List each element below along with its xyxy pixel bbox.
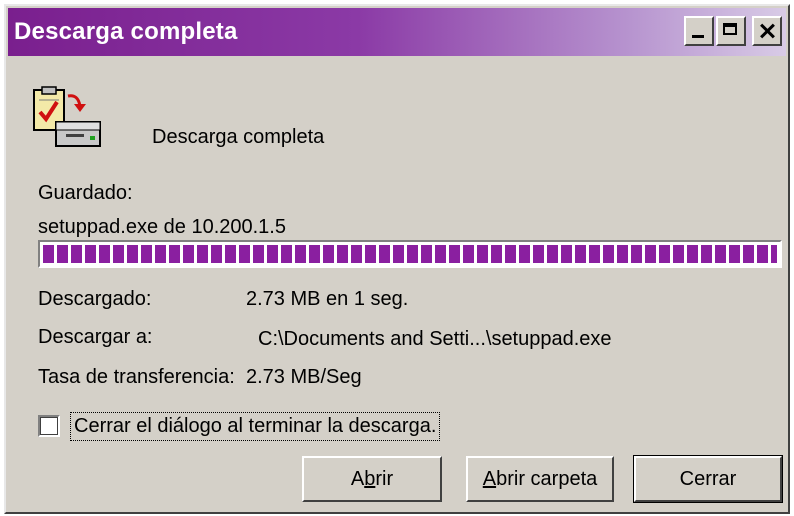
downloaded-value: 2.73 MB en 1 seg. [246, 288, 409, 310]
minimize-icon[interactable] [684, 16, 714, 46]
window-controls [684, 16, 782, 46]
open-button-label: Abrir [350, 467, 394, 490]
window-title: Descarga completa [14, 18, 238, 45]
close-on-finish-checkbox[interactable] [38, 415, 60, 437]
title-bar[interactable]: Descarga completa [8, 8, 786, 56]
close-on-finish-label[interactable]: Cerrar el diálogo al terminar la descarg… [70, 412, 441, 441]
rate-value: 2.73 MB/Seg [246, 366, 362, 388]
header-message: Descarga completa [152, 126, 325, 148]
progress-fill [43, 245, 777, 263]
close-button[interactable]: Cerrar [633, 455, 783, 503]
saved-value: setuppad.exe de 10.200.1.5 [38, 216, 286, 238]
download-progress-bar [38, 240, 782, 268]
open-folder-button[interactable]: Abrir carpeta [466, 456, 614, 502]
close-button-label: Cerrar [679, 467, 737, 490]
download-to-label: Descargar a: [38, 326, 153, 348]
rate-label: Tasa de transferencia: [38, 366, 235, 388]
downloaded-label: Descargado: [38, 288, 152, 310]
download-complete-dialog: Descarga completa Descarga completa Guar… [4, 4, 790, 514]
close-icon[interactable] [752, 16, 782, 46]
saved-label: Guardado: [38, 182, 133, 204]
close-on-finish-text: Cerrar el diálogo al terminar la descarg… [74, 415, 437, 437]
open-button[interactable]: Abrir [302, 456, 442, 502]
download-to-value: C:\Documents and Setti...\setuppad.exe [258, 328, 612, 350]
open-folder-button-label: Abrir carpeta [482, 467, 598, 490]
download-complete-icon [33, 86, 101, 147]
maximize-icon[interactable] [716, 16, 746, 46]
